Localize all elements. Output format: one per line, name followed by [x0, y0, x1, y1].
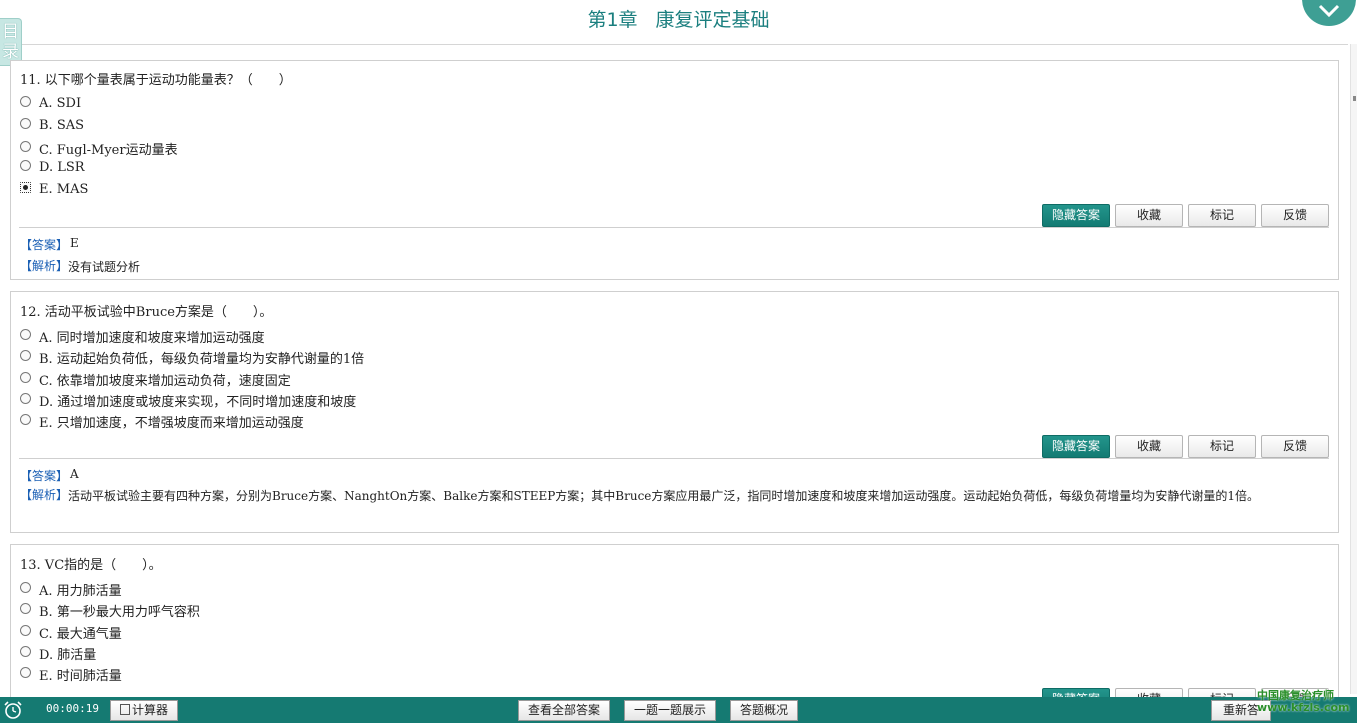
- mark-button[interactable]: 标记: [1188, 204, 1256, 227]
- radio-button[interactable]: [20, 329, 31, 340]
- question-actions: 隐藏答案 收藏 标记 反馈: [1042, 204, 1329, 227]
- explanation-row: 【解析】 没有试题分析: [20, 257, 1330, 277]
- feedback-button[interactable]: 反馈: [1261, 435, 1329, 458]
- option-b[interactable]: B. 第一秒最大用力呼气容积: [20, 601, 200, 620]
- radio-button[interactable]: [20, 96, 31, 107]
- option-d[interactable]: D. 通过增加速度或坡度来实现，不同时增加速度和坡度: [20, 391, 356, 410]
- radio-button[interactable]: [20, 646, 31, 657]
- hide-answer-button[interactable]: 隐藏答案: [1042, 204, 1110, 227]
- question-card-13: 13. VC指的是（ ）。 A. 用力肺活量 B. 第一秒最大用力呼气容积 C.…: [10, 544, 1339, 711]
- radio-button-selected[interactable]: [20, 182, 31, 193]
- option-b[interactable]: B. 运动起始负荷低，每级负荷增量均为安静代谢量的1倍: [20, 348, 364, 367]
- answer-row: 【答案】 A: [20, 467, 79, 483]
- radio-button[interactable]: [20, 603, 31, 614]
- radio-button[interactable]: [20, 350, 31, 361]
- explanation-row: 【解析】 活动平板试验主要有四种方案，分别为Bruce方案、NanghtOn方案、…: [20, 486, 1338, 528]
- alarm-clock-icon: [2, 699, 24, 723]
- chevron-down-icon: [1318, 4, 1340, 18]
- favorite-button[interactable]: 收藏: [1115, 435, 1183, 458]
- answer-value: A: [70, 467, 79, 481]
- overview-button[interactable]: 答题概况: [730, 700, 798, 721]
- radio-button[interactable]: [20, 160, 31, 171]
- radio-button[interactable]: [20, 667, 31, 678]
- option-e[interactable]: E. MAS: [20, 182, 88, 197]
- radio-button[interactable]: [20, 141, 31, 152]
- view-all-answers-button[interactable]: 查看全部答案: [518, 700, 610, 721]
- answer-divider: [19, 458, 1329, 459]
- chapter-name: 康复评定基础: [655, 9, 770, 31]
- chapter-number: 第1章: [587, 9, 638, 31]
- question-stem: 11. 以下哪个量表属于运动功能量表？（ ）: [20, 73, 292, 88]
- toc-tab[interactable]: 目录: [0, 18, 22, 66]
- radio-button[interactable]: [20, 118, 31, 129]
- bottom-toolbar: 00:00:19 计算器 查看全部答案 一题一题展示 答题概况 重新答: [0, 697, 1357, 723]
- hide-answer-button[interactable]: 隐藏答案: [1042, 435, 1110, 458]
- question-card-11: 11. 以下哪个量表属于运动功能量表？（ ） A. SDI B. SAS C. …: [10, 60, 1339, 280]
- scrollbar[interactable]: [1350, 44, 1357, 694]
- option-a[interactable]: A. SDI: [20, 96, 81, 111]
- answer-value: E: [70, 236, 79, 250]
- option-e[interactable]: E. 只增加速度，不增强坡度而来增加运动强度: [20, 412, 304, 431]
- explanation-text: 活动平板试验主要有四种方案，分别为Bruce方案、NanghtOn方案、Balk…: [68, 489, 1260, 503]
- question-stem: 12. 活动平板试验中Bruce方案是（ ）。: [20, 305, 273, 320]
- question-actions: 隐藏答案 收藏 标记 反馈: [1042, 435, 1329, 458]
- option-d[interactable]: D. LSR: [20, 160, 85, 175]
- question-stem: 13. VC指的是（ ）。: [20, 558, 162, 573]
- mark-button[interactable]: 标记: [1188, 435, 1256, 458]
- chapter-title: 第1章 康复评定基础: [0, 0, 1357, 44]
- option-c[interactable]: C. Fugl-Myer运动量表: [20, 139, 178, 158]
- question-card-12: 12. 活动平板试验中Bruce方案是（ ）。 A. 同时增加速度和坡度来增加运…: [10, 291, 1339, 533]
- radio-button[interactable]: [20, 582, 31, 593]
- option-c[interactable]: C. 最大通气量: [20, 623, 122, 642]
- elapsed-timer: 00:00:19: [46, 702, 99, 715]
- radio-button[interactable]: [20, 625, 31, 636]
- radio-button[interactable]: [20, 372, 31, 383]
- calculator-button[interactable]: 计算器: [110, 700, 178, 721]
- header-divider: [8, 44, 1348, 45]
- radio-button[interactable]: [20, 393, 31, 404]
- radio-button[interactable]: [20, 414, 31, 425]
- explanation-text: 没有试题分析: [68, 260, 141, 274]
- option-a[interactable]: A. 用力肺活量: [20, 580, 122, 599]
- option-e[interactable]: E. 时间肺活量: [20, 665, 122, 684]
- option-c[interactable]: C. 依靠增加坡度来增加运动负荷，速度固定: [20, 370, 291, 389]
- option-d[interactable]: D. 肺活量: [20, 644, 96, 663]
- one-by-one-button[interactable]: 一题一题展示: [624, 700, 716, 721]
- answer-row: 【答案】 E: [20, 236, 79, 252]
- favorite-button[interactable]: 收藏: [1115, 204, 1183, 227]
- calculator-icon: [119, 704, 130, 715]
- option-a[interactable]: A. 同时增加速度和坡度来增加运动强度: [20, 327, 265, 346]
- option-b[interactable]: B. SAS: [20, 118, 84, 133]
- answer-divider: [19, 227, 1329, 228]
- feedback-button[interactable]: 反馈: [1261, 204, 1329, 227]
- site-watermark: 中国康复治疗师 www.kfzls.com: [1257, 689, 1350, 714]
